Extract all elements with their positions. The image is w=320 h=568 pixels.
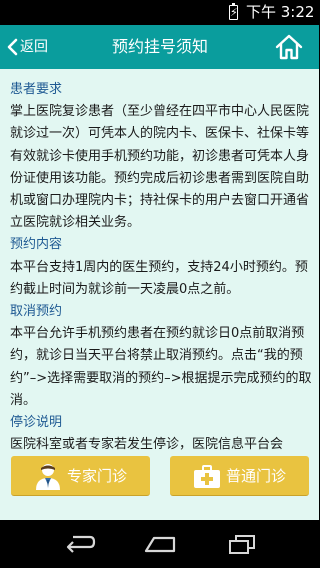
status-clock: 下午 3:22: [246, 3, 315, 21]
doctor-icon: [36, 464, 60, 490]
general-clinic-button[interactable]: 普通门诊: [170, 456, 309, 496]
nav-back-button[interactable]: [59, 530, 99, 558]
section-body-patient-requirements: 掌上医院复诊患者（至少曾经在四平市中心人民医院就诊过一次）可凭本人的院内卡、医保…: [10, 104, 310, 231]
medical-kit-icon: [194, 465, 220, 488]
section-body-suspension: 医院科室或者专家若发生停诊，医院信息平台会: [10, 437, 284, 453]
home-button[interactable]: [274, 32, 304, 62]
back-button-label: 返回: [20, 39, 48, 55]
chevron-left-icon: [7, 38, 18, 56]
app-header: 返回 预约挂号须知: [0, 25, 319, 69]
section-heading-suspension: 停诊说明: [10, 415, 63, 431]
section-body-booking-content: 本平台支持1周内的医生预约，支持24小时预约。预约截止时间为就诊前一天凌晨0点之…: [10, 259, 308, 297]
notice-text: 患者要求 掌上医院复诊患者（至少曾经在四平市中心人民医院就诊过一次）可凭本人的院…: [10, 79, 312, 456]
general-clinic-label: 普通门诊: [226, 467, 287, 485]
recent-apps-icon: [229, 535, 255, 554]
notice-content[interactable]: 患者要求 掌上医院复诊患者（至少曾经在四平市中心人民医院就诊过一次）可凭本人的院…: [0, 69, 319, 520]
nav-recents-button[interactable]: [221, 530, 261, 558]
section-heading-cancel-booking: 取消预约: [10, 304, 63, 320]
system-nav-bar: [0, 520, 319, 568]
section-heading-patient-requirements: 患者要求: [10, 82, 63, 97]
battery-charging-icon: ⚡: [229, 3, 238, 20]
back-button[interactable]: 返回: [6, 33, 48, 61]
section-heading-booking-content: 预约内容: [10, 237, 63, 253]
section-body-cancel-booking: 本平台允许手机预约患者在预约就诊日0点前取消预约，就诊日当天平台将禁止取消预约。…: [10, 326, 312, 408]
expert-clinic-button[interactable]: 专家门诊: [11, 456, 150, 496]
battery-bolt: ⚡: [230, 6, 238, 19]
home-icon: [275, 34, 303, 60]
nav-home-button[interactable]: [140, 530, 180, 558]
home-outline-icon: [144, 536, 176, 553]
expert-clinic-label: 专家门诊: [67, 467, 128, 485]
back-arrow-icon: [66, 535, 96, 553]
page-title: 预约挂号须知: [111, 37, 208, 56]
status-bar: ⚡ 下午 3:22: [0, 0, 319, 25]
